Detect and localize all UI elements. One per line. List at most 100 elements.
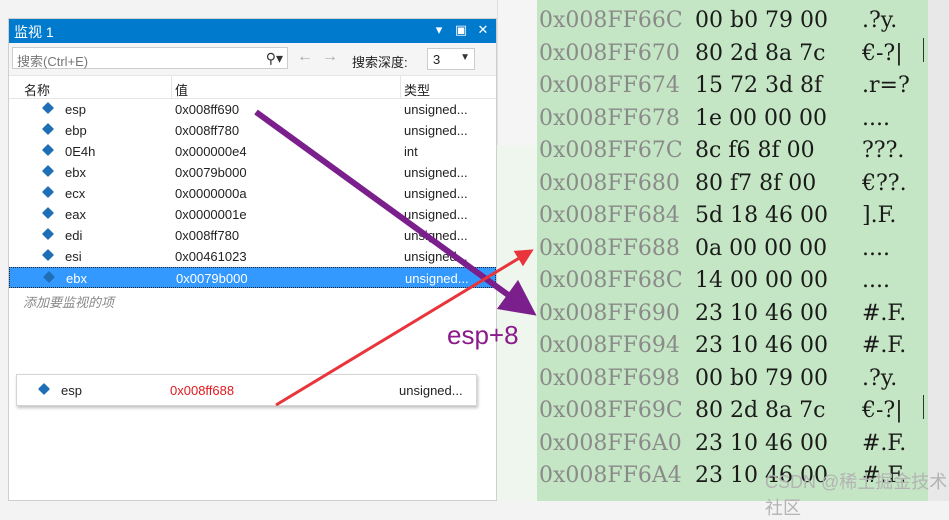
memory-row[interactable]: 0x008FF670 80 2d 8a 7c €-?| <box>537 37 949 69</box>
memory-addr: 0x008FF688 <box>539 235 680 261</box>
table-row[interactable]: 0E4h 0x000000e4 int <box>9 141 496 162</box>
memory-addr: 0x008FF67C <box>539 138 683 163</box>
memory-addr: 0x008FF6A0 <box>539 430 682 456</box>
memory-row[interactable]: 0x008FF69C 80 2d 8a 7c €-?| <box>537 394 949 426</box>
row-value[interactable]: 0x0079b000 <box>176 271 248 286</box>
memory-row[interactable]: 0x008FF698 00 b0 79 00 .?y. <box>537 362 949 394</box>
memory-ascii: ???. <box>862 138 905 163</box>
row-name: eax <box>65 207 86 222</box>
row-type: unsigned... <box>404 228 468 243</box>
memory-row[interactable]: 0x008FF688 0a 00 00 00.... <box>537 232 949 264</box>
column-value[interactable]: 值 <box>175 80 188 99</box>
chevron-down-icon[interactable]: ▾ <box>432 22 446 38</box>
memory-bytes: 00 b0 79 00 <box>695 365 829 391</box>
memory-ascii: .... <box>862 268 890 293</box>
row-type: unsigned... <box>404 123 468 138</box>
memory-ascii: #.F. <box>862 333 907 358</box>
column-divider[interactable] <box>400 76 401 98</box>
memory-bytes: 80 2d 8a 7c <box>695 398 826 423</box>
memory-bytes: 14 00 00 00 <box>695 268 828 293</box>
row-name: ecx <box>65 186 86 201</box>
memory-row[interactable]: 0x008FF66C 00 b0 79 00 .?y. <box>537 4 949 36</box>
close-icon[interactable]: ✕ <box>476 22 490 38</box>
row-name: ebp <box>65 123 87 138</box>
row-value[interactable]: 0x0079b000 <box>175 165 247 180</box>
depth-label: 搜索深度: <box>352 55 408 70</box>
table-row[interactable]: ebx 0x0079b000 unsigned... <box>9 162 496 183</box>
chevron-down-icon: ▼ <box>460 52 470 63</box>
popup-value[interactable]: 0x008ff688 <box>170 383 234 398</box>
table-row-selected[interactable]: ebx 0x0079b000 unsigned... <box>9 267 496 288</box>
row-value[interactable]: 0x0000001e <box>175 207 247 222</box>
restore-icon[interactable]: ▣ <box>454 22 468 38</box>
memory-bytes: 80 2d 8a 7c <box>695 40 826 66</box>
memory-row[interactable]: 0x008FF67C 8c f6 8f 00???. <box>537 134 949 166</box>
row-value[interactable]: 0x008ff690 <box>175 102 239 117</box>
memory-bytes: 23 10 46 00 <box>695 300 828 326</box>
variable-icon <box>41 122 55 136</box>
table-row[interactable]: esi 0x00461023 unsigned... <box>9 246 496 267</box>
row-name: 0E4h <box>65 144 96 159</box>
variable-icon <box>37 382 51 396</box>
row-value[interactable]: 0x00461023 <box>175 249 247 264</box>
table-row[interactable]: ecx 0x0000000a unsigned... <box>9 183 496 204</box>
variable-icon <box>41 227 55 241</box>
memory-row[interactable]: 0x008FF6A0 23 10 46 00 #.F. <box>537 427 949 459</box>
column-type[interactable]: 类型 <box>404 80 430 99</box>
table-row[interactable]: eax 0x0000001e unsigned... <box>9 204 496 225</box>
memory-ascii: ].F. <box>862 203 897 228</box>
memory-addr: 0x008FF69C <box>539 398 683 423</box>
memory-row[interactable]: 0x008FF694 23 10 46 00 #.F. <box>537 329 949 361</box>
arrow-right-icon[interactable]: → <box>322 48 338 66</box>
memory-addr: 0x008FF66C <box>539 8 683 33</box>
row-value[interactable]: 0x0000000a <box>175 186 247 201</box>
popup-type: unsigned... <box>399 383 463 398</box>
row-name: ebx <box>66 271 87 286</box>
watch-popup-row[interactable]: esp 0x008ff688 unsigned... <box>16 374 477 406</box>
variable-icon <box>41 185 55 199</box>
row-type: int <box>404 144 418 159</box>
row-value[interactable]: 0x000000e4 <box>175 144 247 159</box>
add-watch-hint[interactable]: 添加要监视的项 <box>23 292 114 311</box>
search-icon[interactable]: ⚲▾ <box>266 50 283 67</box>
watch-window: 监视 1 ▾ ▣ ✕ 搜索(Ctrl+E) ⚲▾ ← → 搜索深度: 3 ▼ 名… <box>8 18 497 501</box>
memory-bytes: 5d 18 46 00 <box>695 203 829 228</box>
table-row[interactable]: ebp 0x008ff780 unsigned... <box>9 120 496 141</box>
watch-titlebar[interactable]: 监视 1 ▾ ▣ ✕ <box>9 19 496 43</box>
row-value[interactable]: 0x008ff780 <box>175 228 239 243</box>
column-header: 名称 值 类型 <box>9 76 496 99</box>
table-row[interactable]: edi 0x008ff780 unsigned... <box>9 225 496 246</box>
column-divider[interactable] <box>171 76 172 98</box>
search-input[interactable]: 搜索(Ctrl+E) ⚲▾ <box>12 47 288 69</box>
esp-plus-8-label: esp+8 <box>447 320 519 350</box>
depth-value: 3 <box>433 52 441 67</box>
row-value[interactable]: 0x008ff780 <box>175 123 239 138</box>
memory-bytes: 23 10 46 00 <box>695 333 828 358</box>
memory-row[interactable]: 0x008FF680 80 f7 8f 00 €??. <box>537 167 949 199</box>
memory-row[interactable]: 0x008FF690 23 10 46 00 #.F. <box>537 297 949 329</box>
search-placeholder: 搜索(Ctrl+E) <box>17 54 89 69</box>
memory-row[interactable]: 0x008FF684 5d 18 46 00].F. <box>537 199 949 231</box>
memory-ascii: €-?| <box>862 40 903 66</box>
memory-row[interactable]: 0x008FF68C 14 00 00 00.... <box>537 264 949 296</box>
row-type: unsigned... <box>404 249 468 264</box>
depth-select[interactable]: 3 ▼ <box>427 48 475 70</box>
memory-ascii: #.F. <box>862 300 907 326</box>
row-name: ebx <box>65 165 86 180</box>
memory-addr: 0x008FF6A4 <box>539 463 682 488</box>
memory-row[interactable]: 0x008FF674 15 72 3d 8f .r=? <box>537 69 949 101</box>
arrow-left-icon[interactable]: ← <box>297 48 313 66</box>
caret-mark <box>923 395 924 419</box>
variable-icon <box>41 164 55 178</box>
variable-icon <box>41 101 55 115</box>
watermark: CSDN @稀土掘金技术社区 <box>765 472 948 518</box>
table-row[interactable]: esp 0x008ff690 unsigned... <box>9 99 496 120</box>
memory-row[interactable]: 0x008FF678 1e 00 00 00.... <box>537 102 949 134</box>
variable-icon <box>41 248 55 262</box>
watch-rows: esp 0x008ff690 unsigned... ebp 0x008ff780 un… <box>9 99 496 288</box>
memory-ascii: .?y. <box>862 8 898 33</box>
column-name[interactable]: 名称 <box>24 80 50 99</box>
row-name: esp <box>65 102 86 117</box>
row-type: unsigned... <box>405 271 469 286</box>
memory-addr: 0x008FF694 <box>539 333 680 358</box>
